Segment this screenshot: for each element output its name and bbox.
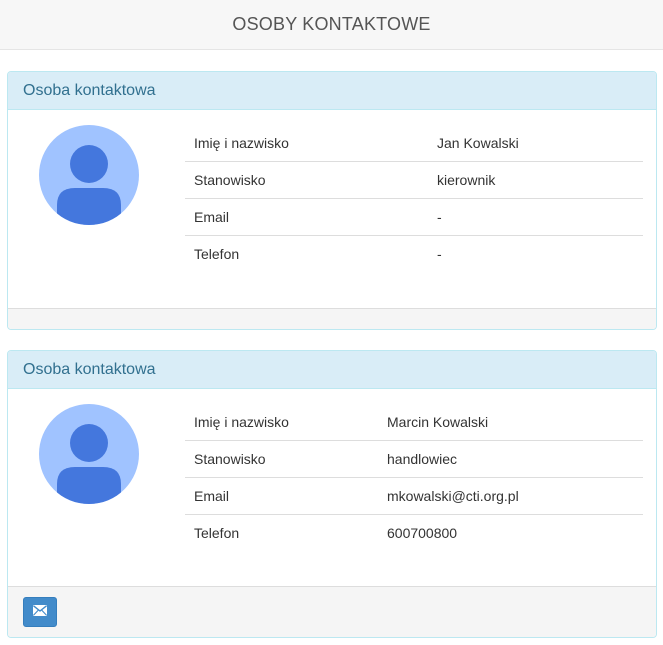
- table-row: Telefon -: [185, 235, 643, 272]
- panel-footer: [8, 308, 656, 329]
- table-row: Stanowisko kierownik: [185, 161, 643, 199]
- panel-body: Imię i nazwisko Jan Kowalski Stanowisko …: [8, 110, 656, 308]
- field-value: 600700800: [378, 514, 643, 551]
- field-label: Telefon: [185, 235, 428, 272]
- field-label: Email: [185, 198, 428, 236]
- field-label: Email: [185, 477, 378, 515]
- field-label: Telefon: [185, 514, 378, 551]
- table-row: Telefon 600700800: [185, 514, 643, 551]
- panel-heading: Osoba kontaktowa: [8, 72, 656, 110]
- contact-panel: Osoba kontaktowa Imię i nazwisko Marcin …: [7, 350, 657, 638]
- page-title: OSOBY KONTAKTOWE: [232, 14, 431, 34]
- table-row: Imię i nazwisko Marcin Kowalski: [185, 404, 643, 441]
- contact-info-table: Imię i nazwisko Jan Kowalski Stanowisko …: [185, 125, 643, 272]
- envelope-icon: [33, 603, 47, 621]
- page-header: OSOBY KONTAKTOWE: [0, 0, 663, 50]
- send-email-button[interactable]: [23, 597, 57, 627]
- panel-body: Imię i nazwisko Marcin Kowalski Stanowis…: [8, 389, 656, 586]
- field-value: handlowiec: [378, 440, 643, 478]
- panel-heading: Osoba kontaktowa: [8, 351, 656, 389]
- field-label: Imię i nazwisko: [194, 414, 289, 430]
- contact-panel: Osoba kontaktowa Imię i nazwisko Jan Kow…: [7, 71, 657, 330]
- field-label: Stanowisko: [185, 161, 428, 199]
- panel-footer: [8, 586, 656, 637]
- table-row: Email mkowalski@cti.org.pl: [185, 477, 643, 515]
- table-row: Imię i nazwisko Jan Kowalski: [185, 125, 643, 162]
- table-row: Email -: [185, 198, 643, 236]
- user-avatar-icon: [39, 404, 139, 504]
- user-avatar-icon: [39, 125, 139, 225]
- field-value: kierownik: [428, 161, 643, 199]
- field-value: -: [428, 198, 643, 236]
- field-value: Marcin Kowalski: [387, 414, 489, 430]
- field-value: Jan Kowalski: [437, 135, 519, 151]
- field-value: -: [428, 235, 643, 272]
- field-value[interactable]: mkowalski@cti.org.pl: [378, 477, 643, 515]
- contact-info-table: Imię i nazwisko Marcin Kowalski Stanowis…: [185, 404, 643, 551]
- table-row: Stanowisko handlowiec: [185, 440, 643, 478]
- field-label: Stanowisko: [185, 440, 378, 478]
- field-label: Imię i nazwisko: [194, 135, 289, 151]
